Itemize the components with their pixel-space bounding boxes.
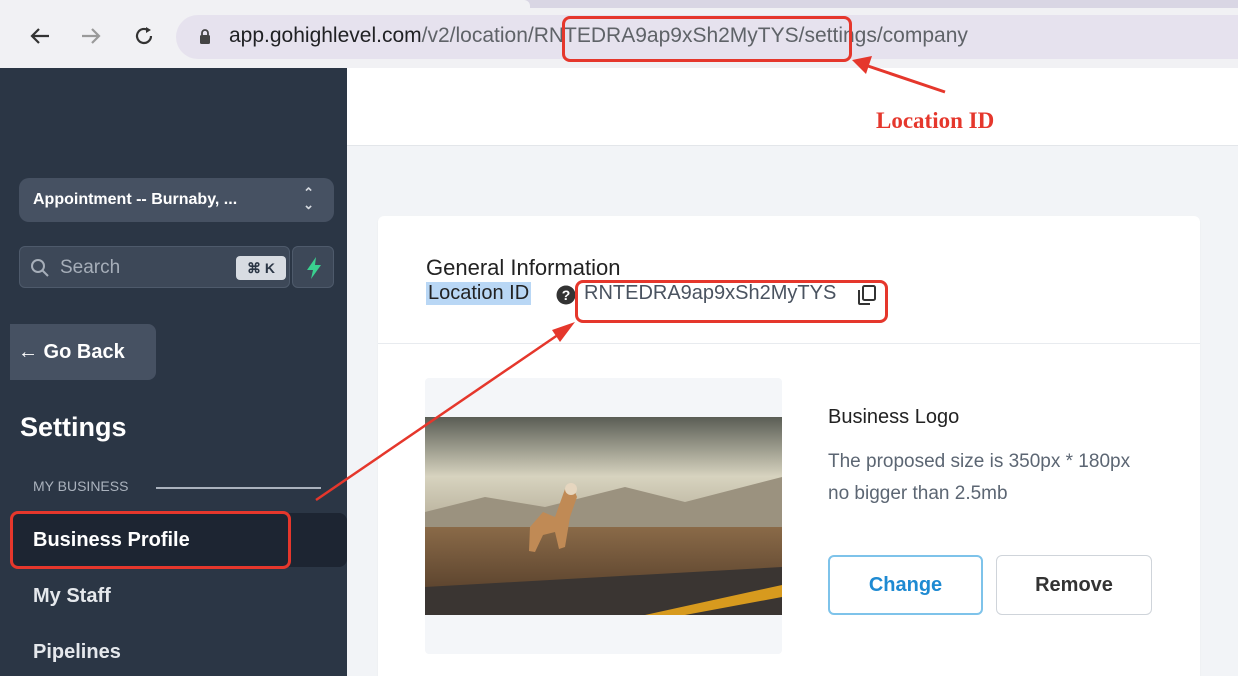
annotation-arrows — [315, 56, 946, 502]
arrow-head-location-id — [552, 322, 575, 342]
arrow-to-location-id — [315, 326, 569, 502]
arrow-to-url — [861, 62, 946, 94]
arrow-head-url — [852, 56, 872, 74]
